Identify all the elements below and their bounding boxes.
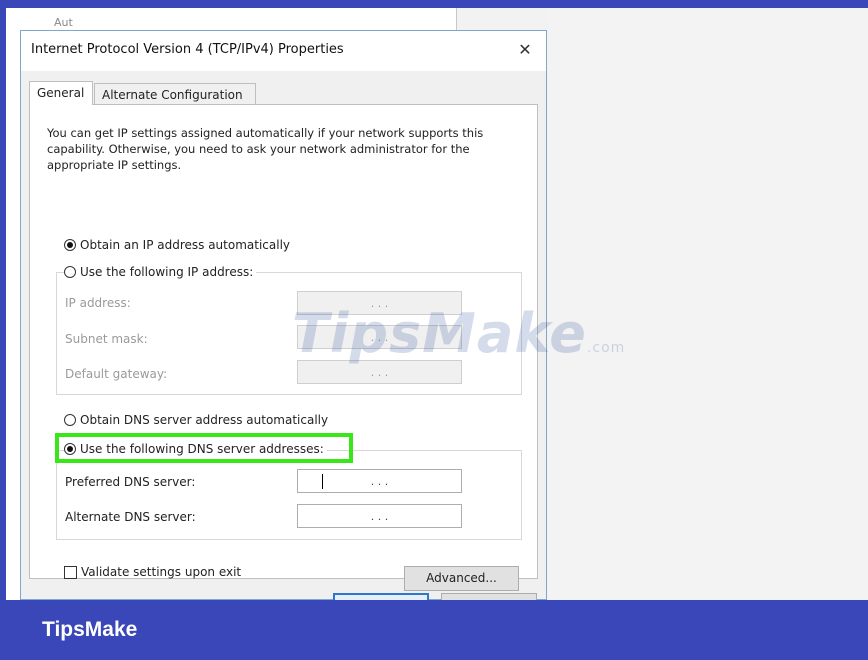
preferred-dns-value: . . . (370, 474, 389, 488)
radio-icon (64, 239, 76, 251)
advanced-button[interactable]: Advanced... (404, 566, 519, 591)
frame-top-bar (0, 0, 868, 8)
obtain-ip-automatically-label: Obtain an IP address automatically (80, 238, 291, 252)
close-icon: ✕ (518, 40, 532, 59)
brand-bar: TipsMake (0, 600, 868, 660)
obtain-ip-automatically-radio[interactable]: Obtain an IP address automatically (64, 238, 290, 252)
use-following-ip-radio[interactable]: Use the following IP address: (64, 265, 257, 279)
title-bar[interactable]: Internet Protocol Version 4 (TCP/IPv4) P… (21, 31, 546, 71)
default-gateway-value: . . . (370, 365, 389, 379)
alternate-dns-input[interactable]: . . . (297, 504, 462, 528)
obtain-dns-automatically-label: Obtain DNS server address automatically (80, 413, 329, 427)
radio-icon (64, 266, 76, 278)
ip-address-label: IP address: (65, 296, 131, 310)
obtain-dns-automatically-radio[interactable]: Obtain DNS server address automatically (64, 413, 328, 427)
alternate-dns-value: . . . (370, 509, 389, 523)
alternate-dns-label: Alternate DNS server: (65, 510, 196, 524)
preferred-dns-label: Preferred DNS server: (65, 475, 196, 489)
validate-settings-label: Validate settings upon exit (81, 565, 242, 579)
dialog-title: Internet Protocol Version 4 (TCP/IPv4) P… (31, 42, 344, 57)
tab-alternate-configuration[interactable]: Alternate Configuration (94, 83, 256, 105)
tab-general[interactable]: General (29, 81, 93, 105)
watermark-text: TipsMake (292, 302, 587, 365)
highlight-box (55, 433, 353, 463)
subnet-mask-label: Subnet mask: (65, 332, 148, 346)
intro-text: You can get IP settings assigned automat… (47, 126, 484, 172)
preferred-dns-input[interactable]: . . . (297, 469, 462, 493)
watermark-suffix: .com (586, 340, 626, 356)
background-window-text: Aut (54, 16, 73, 29)
radio-icon (64, 414, 76, 426)
default-gateway-label: Default gateway: (65, 367, 168, 381)
checkbox-icon (64, 565, 77, 579)
watermark: TipsMake.com (292, 302, 625, 365)
close-button[interactable]: ✕ (512, 37, 538, 63)
brand-logo-text: TipsMake (42, 618, 138, 641)
validate-settings-checkbox[interactable]: Validate settings upon exit (64, 565, 241, 579)
text-cursor (322, 474, 323, 489)
use-following-ip-label: Use the following IP address: (80, 265, 254, 279)
